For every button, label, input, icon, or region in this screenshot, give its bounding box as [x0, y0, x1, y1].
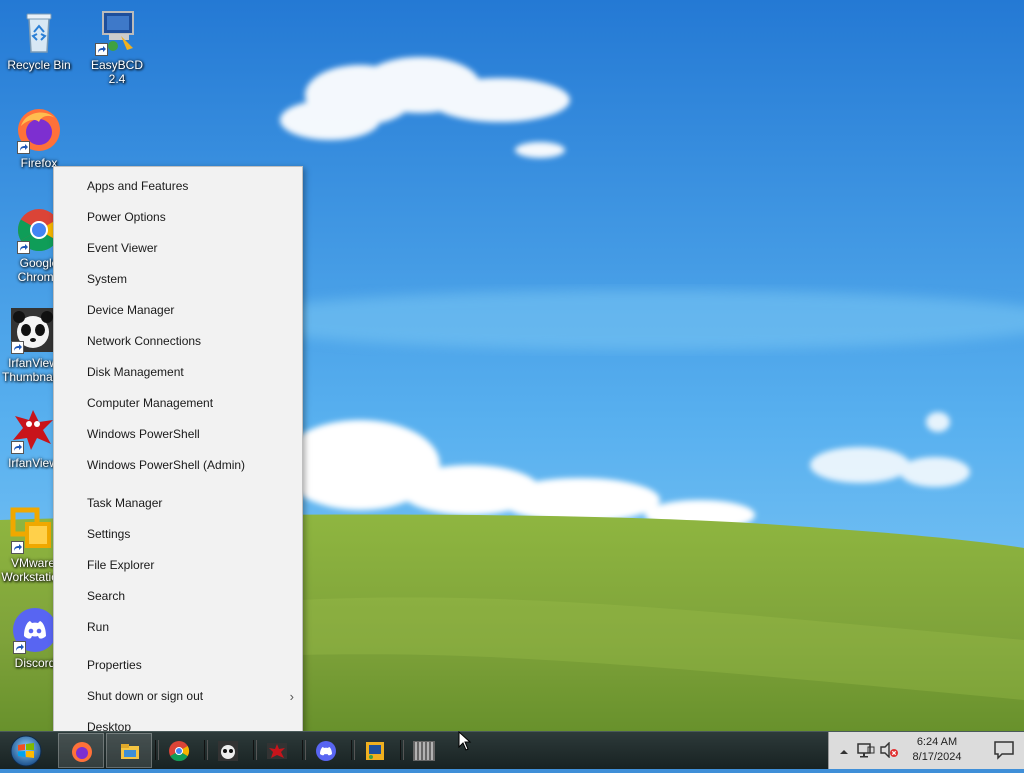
desktop-icon-easybcd[interactable]: EasyBCD 2.4	[82, 8, 152, 86]
irfanview-icon	[9, 406, 57, 454]
vmware-icon	[9, 506, 57, 554]
discord-icon	[316, 741, 336, 761]
menu-item-device-manager[interactable]: Device Manager	[54, 295, 302, 326]
menu-separator	[54, 481, 302, 488]
easybcd-icon	[366, 742, 384, 760]
system-tray: 6:24 AM 8/17/2024	[828, 732, 1024, 769]
irfanview-icon	[267, 743, 287, 759]
discord-icon	[11, 606, 59, 654]
desktop-icon-firefox[interactable]: Firefox	[4, 106, 74, 170]
menu-item-task-manager[interactable]: Task Manager	[54, 488, 302, 519]
shortcut-arrow-icon	[17, 241, 30, 254]
menu-item-system[interactable]: System	[54, 264, 302, 295]
shortcut-arrow-icon	[11, 541, 24, 554]
menu-item-disk-management[interactable]: Disk Management	[54, 357, 302, 388]
start-button[interactable]	[4, 734, 48, 768]
menu-item-search[interactable]: Search	[54, 581, 302, 612]
taskbar-app-easybcd[interactable]	[352, 733, 398, 768]
shortcut-arrow-icon	[95, 43, 108, 56]
firefox-icon	[15, 106, 63, 154]
shortcut-arrow-icon	[11, 341, 24, 354]
taskbar-app-vmware[interactable]	[401, 733, 447, 768]
irfanview-thumbnails-icon	[9, 306, 57, 354]
menu-item-label: Shut down or sign out	[87, 689, 204, 703]
menu-item-shut-down-or-sign-out[interactable]: Shut down or sign out ›	[54, 681, 302, 712]
menu-item-windows-powershell-admin[interactable]: Windows PowerShell (Admin)	[54, 450, 302, 481]
vmware-icon	[413, 741, 435, 761]
menu-item-properties[interactable]: Properties	[54, 650, 302, 681]
taskbar-app-irfanview-thumbnails[interactable]	[205, 733, 251, 768]
taskbar-app-discord[interactable]	[303, 733, 349, 768]
menu-item-event-viewer[interactable]: Event Viewer	[54, 233, 302, 264]
taskbar-app-file-explorer[interactable]	[106, 733, 152, 768]
menu-item-settings[interactable]: Settings	[54, 519, 302, 550]
quick-link-menu: Apps and Features Power Options Event Vi…	[53, 166, 303, 746]
chevron-up-icon[interactable]	[839, 744, 849, 762]
file-explorer-icon	[121, 744, 139, 759]
desktop-icon-label: Recycle Bin	[7, 58, 71, 72]
shortcut-arrow-icon	[17, 141, 30, 154]
menu-item-run[interactable]: Run	[54, 612, 302, 643]
clock-time: 6:24 AM	[916, 736, 958, 748]
recycle-bin-icon	[15, 8, 63, 56]
menu-item-power-options[interactable]: Power Options	[54, 202, 302, 233]
clock-date: 8/17/2024	[912, 751, 962, 763]
menu-item-windows-powershell[interactable]: Windows PowerShell	[54, 419, 302, 450]
taskbar: 6:24 AM 8/17/2024	[0, 731, 1024, 769]
action-center-icon[interactable]	[992, 739, 1016, 761]
volume-muted-icon[interactable]	[879, 741, 899, 763]
shortcut-arrow-icon	[11, 441, 24, 454]
shortcut-arrow-icon	[13, 641, 26, 654]
menu-item-computer-management[interactable]: Computer Management	[54, 388, 302, 419]
clock[interactable]: 6:24 AM 8/17/2024	[907, 735, 967, 765]
windows-logo-icon	[10, 735, 42, 767]
desktop-icon-label: EasyBCD 2.4	[90, 58, 143, 86]
taskbar-app-firefox[interactable]	[58, 733, 104, 768]
chrome-icon	[169, 741, 190, 762]
irfanview-thumbnails-icon	[218, 741, 238, 761]
easybcd-icon	[93, 8, 141, 56]
mouse-cursor-icon	[458, 730, 472, 756]
taskbar-app-irfanview[interactable]	[254, 733, 300, 768]
network-icon[interactable]	[857, 742, 875, 763]
firefox-icon	[72, 742, 92, 762]
menu-item-file-explorer[interactable]: File Explorer	[54, 550, 302, 581]
menu-item-apps-and-features[interactable]: Apps and Features	[54, 171, 302, 202]
chevron-right-icon: ›	[289, 689, 294, 704]
menu-item-network-connections[interactable]: Network Connections	[54, 326, 302, 357]
desktop-icon-recycle-bin[interactable]: Recycle Bin	[4, 8, 74, 72]
menu-separator	[54, 643, 302, 650]
taskbar-app-chrome[interactable]	[156, 733, 202, 768]
